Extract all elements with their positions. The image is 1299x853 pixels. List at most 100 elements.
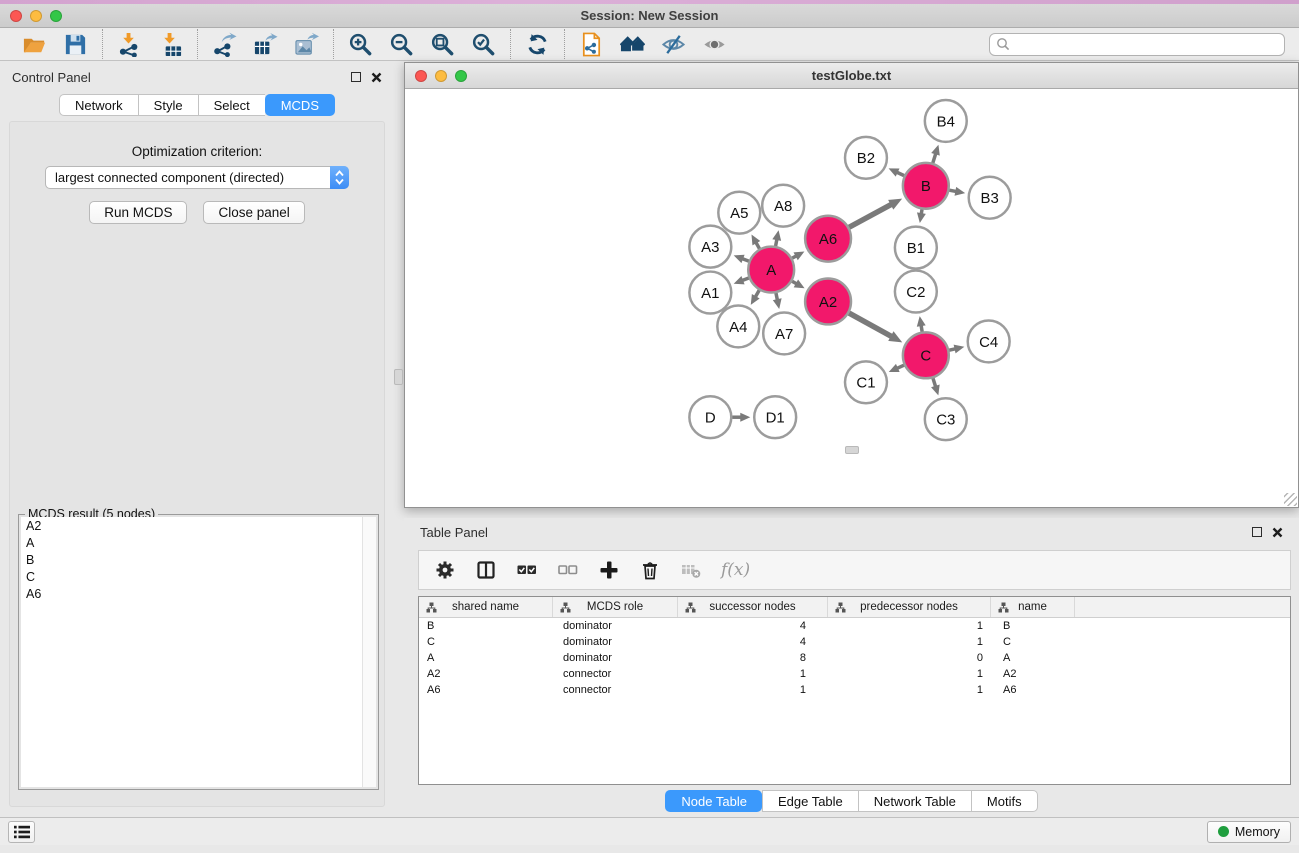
show-all-button[interactable] — [701, 31, 728, 58]
node-label-B: B — [921, 178, 931, 195]
zoom-out-button[interactable] — [388, 31, 415, 58]
table-float-panel-icon[interactable] — [1252, 527, 1262, 537]
export-network-button[interactable] — [211, 31, 238, 58]
edge-A2-C[interactable] — [849, 313, 893, 337]
hide-selected-icon — [661, 32, 686, 57]
result-list-scrollbar[interactable] — [362, 517, 376, 787]
table-tabs: Node TableEdge TableNetwork TableMotifs — [665, 790, 1037, 812]
network-file-button[interactable] — [578, 31, 605, 58]
float-panel-icon[interactable] — [351, 72, 361, 82]
export-network-icon — [212, 32, 237, 57]
network-vscroll-thumb[interactable] — [394, 369, 403, 385]
network-window-titlebar[interactable]: testGlobe.txt — [405, 63, 1298, 89]
table-row[interactable]: A6connector11A6 — [419, 682, 1290, 698]
table-tab-node-table[interactable]: Node Table — [665, 790, 762, 812]
table-settings-button[interactable] — [434, 559, 456, 581]
table-cell[interactable]: A6 — [991, 684, 1075, 696]
table-cell[interactable]: 1 — [828, 620, 991, 632]
column-header-name[interactable]: name — [991, 597, 1075, 617]
zoom-fit-button[interactable] — [429, 31, 456, 58]
table-close-panel-icon[interactable] — [1272, 527, 1283, 538]
window-resize-grip[interactable] — [1284, 493, 1297, 506]
table-cell[interactable]: 8 — [678, 652, 828, 664]
zoom-selected-button[interactable] — [470, 31, 497, 58]
function-builder-button[interactable]: f(x) — [721, 559, 750, 581]
delete-table-button[interactable] — [680, 559, 702, 581]
memory-button[interactable]: Memory — [1207, 821, 1291, 843]
delete-row-button[interactable] — [639, 559, 661, 581]
table-cell[interactable]: A — [991, 652, 1075, 664]
table-cell[interactable]: A6 — [419, 684, 553, 696]
import-network-button[interactable] — [116, 31, 143, 58]
mcds-result-item[interactable]: C — [21, 568, 376, 585]
table-cell[interactable]: A2 — [991, 668, 1075, 680]
mcds-result-item[interactable]: A — [21, 534, 376, 551]
table-tab-edge-table[interactable]: Edge Table — [762, 790, 858, 812]
task-history-button[interactable] — [8, 821, 35, 843]
table-cell[interactable]: dominator — [553, 652, 678, 664]
edge-A6-B[interactable] — [849, 204, 892, 227]
table-cell[interactable]: 1 — [828, 636, 991, 648]
table-cell[interactable]: C — [419, 636, 553, 648]
node-label-C: C — [920, 348, 931, 365]
table-cell[interactable]: connector — [553, 684, 678, 696]
tab-network[interactable]: Network — [59, 94, 138, 116]
close-panel-icon[interactable] — [371, 72, 382, 83]
mcds-result-list[interactable]: A2ABCA6 — [21, 517, 376, 787]
network-hscroll-thumb[interactable] — [845, 446, 859, 454]
table-row[interactable]: Cdominator41C — [419, 634, 1290, 650]
table-row[interactable]: A2connector11A2 — [419, 666, 1290, 682]
table-cell[interactable]: dominator — [553, 636, 678, 648]
table-tab-network-table[interactable]: Network Table — [858, 790, 971, 812]
mcds-result-item[interactable]: B — [21, 551, 376, 568]
search-input[interactable] — [989, 33, 1285, 56]
select-all-button[interactable] — [516, 559, 538, 581]
column-visibility-button[interactable] — [475, 559, 497, 581]
home-button[interactable] — [619, 31, 646, 58]
table-cell[interactable]: 1 — [678, 668, 828, 680]
export-image-button[interactable] — [293, 31, 320, 58]
mcds-result-item[interactable]: A2 — [21, 517, 376, 534]
network-canvas[interactable]: AA5A8A3A1A4A7A6A2BB2B4B3B1C2CC4C1C3DD1 — [406, 89, 1297, 506]
table-cell[interactable]: 1 — [828, 668, 991, 680]
column-header-predecessor-nodes[interactable]: predecessor nodes — [828, 597, 991, 617]
column-header-successor-nodes[interactable]: successor nodes — [678, 597, 828, 617]
table-row[interactable]: Adominator80A — [419, 650, 1290, 666]
table-row[interactable]: Bdominator41B — [419, 618, 1290, 634]
tab-mcds[interactable]: MCDS — [265, 94, 335, 116]
table-cell[interactable]: 4 — [678, 636, 828, 648]
criterion-select[interactable]: largest connected component (directed) — [45, 166, 349, 189]
export-table-button[interactable] — [252, 31, 279, 58]
tab-select[interactable]: Select — [198, 94, 265, 116]
table-cell[interactable]: B — [419, 620, 553, 632]
hide-selected-button[interactable] — [660, 31, 687, 58]
table-cell[interactable]: B — [991, 620, 1075, 632]
add-row-icon — [599, 560, 619, 580]
table-cell[interactable]: dominator — [553, 620, 678, 632]
node-table[interactable]: shared nameMCDS rolesuccessor nodesprede… — [418, 596, 1291, 785]
table-cell[interactable]: 0 — [828, 652, 991, 664]
table-tab-motifs[interactable]: Motifs — [971, 790, 1038, 812]
close-panel-button[interactable]: Close panel — [203, 201, 304, 224]
table-cell[interactable]: C — [991, 636, 1075, 648]
import-table-button[interactable] — [157, 31, 184, 58]
desktop-wallpaper-bottom — [0, 845, 1299, 853]
table-cell[interactable]: A2 — [419, 668, 553, 680]
open-file-button[interactable] — [21, 31, 48, 58]
table-cell[interactable]: A — [419, 652, 553, 664]
zoom-in-button[interactable] — [347, 31, 374, 58]
table-cell[interactable]: connector — [553, 668, 678, 680]
save-session-button[interactable] — [62, 31, 89, 58]
mcds-result-item[interactable]: A6 — [21, 585, 376, 602]
add-row-button[interactable] — [598, 559, 620, 581]
table-cell[interactable]: 1 — [828, 684, 991, 696]
table-cell[interactable]: 1 — [678, 684, 828, 696]
column-header-MCDS-role[interactable]: MCDS role — [553, 597, 678, 617]
table-cell[interactable]: 4 — [678, 620, 828, 632]
select-stepper-icon — [330, 166, 349, 189]
column-header-shared-name[interactable]: shared name — [419, 597, 553, 617]
tab-style[interactable]: Style — [138, 94, 198, 116]
deselect-all-button[interactable] — [557, 559, 579, 581]
run-mcds-button[interactable]: Run MCDS — [89, 201, 187, 224]
refresh-view-button[interactable] — [524, 31, 551, 58]
